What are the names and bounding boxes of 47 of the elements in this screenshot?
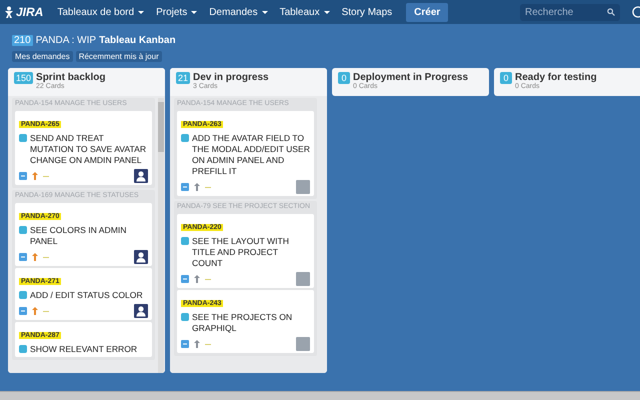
issue-title: ADD / EDIT STATUS COLOR xyxy=(30,290,143,301)
column-count-badge: 150 xyxy=(14,72,34,84)
create-button[interactable]: Créer xyxy=(406,2,448,22)
story-type-icon xyxy=(181,340,189,348)
column-count-badge: 21 xyxy=(176,72,190,84)
nav-menu[interactable]: Story Maps xyxy=(336,0,398,24)
issue-title: ADD THE AVATAR FIELD TO THE MODAL ADD/EDIT USER ON ADMIN PANEL AND PREFILL IT xyxy=(192,133,310,177)
story-type-icon xyxy=(19,172,27,180)
issue-title: SEE COLORS IN ADMIN PANEL xyxy=(30,225,128,247)
issue-title: SEND AND TREAT MUTATION TO SAVE AVATAR CHANGE ON AMDIN PANEL xyxy=(30,133,148,166)
board-project: PANDA : WIP xyxy=(36,34,96,46)
story-icon xyxy=(181,237,189,245)
nav-menu[interactable]: Tableaux xyxy=(274,0,336,24)
search-icon xyxy=(607,8,615,16)
search-field[interactable]: Recherche xyxy=(520,4,620,20)
jira-logo-text[interactable]: JIRA xyxy=(16,5,44,19)
column-count-badge: 0 xyxy=(338,72,350,84)
story-icon xyxy=(19,134,27,142)
dash-icon xyxy=(205,186,211,188)
column-count-badge: 0 xyxy=(500,72,512,84)
quick-filter[interactable]: Mes demandes xyxy=(12,51,73,62)
issue-title: SEE THE PROJECTS ON GRAPHIQL xyxy=(192,312,294,334)
nav-menu[interactable]: Projets xyxy=(150,0,204,24)
story-type-icon xyxy=(19,307,27,315)
dash-icon xyxy=(43,256,49,258)
column-title: Ready for testing xyxy=(515,72,597,83)
jira-logo-icon[interactable] xyxy=(4,6,14,18)
issue-count-badge: 210 xyxy=(12,34,33,46)
issue-title: SEE THE LAYOUT WITH TITLE AND PROJECT COUNT xyxy=(192,236,290,269)
story-type-icon xyxy=(181,183,189,191)
issue-title: SHOW RELEVANT ERROR xyxy=(30,344,138,355)
dash-icon xyxy=(43,310,49,312)
story-icon xyxy=(19,226,27,234)
quick-filter[interactable]: Récemment mis à jour xyxy=(76,51,162,62)
column-title: Dev in progress xyxy=(193,72,269,83)
story-type-icon xyxy=(19,253,27,261)
story-type-icon xyxy=(181,275,189,283)
dash-icon xyxy=(205,278,211,280)
story-icon xyxy=(181,134,189,142)
story-icon xyxy=(19,291,27,299)
column-title: Deployment in Progress xyxy=(353,72,468,83)
nav-menu[interactable]: Demandes xyxy=(203,0,274,24)
story-icon xyxy=(19,345,27,353)
column-title: Sprint backlog xyxy=(36,72,106,83)
nav-menu[interactable]: Tableaux de bord xyxy=(51,0,150,24)
board-title: Tableau Kanban xyxy=(99,34,176,46)
story-icon xyxy=(181,313,189,321)
